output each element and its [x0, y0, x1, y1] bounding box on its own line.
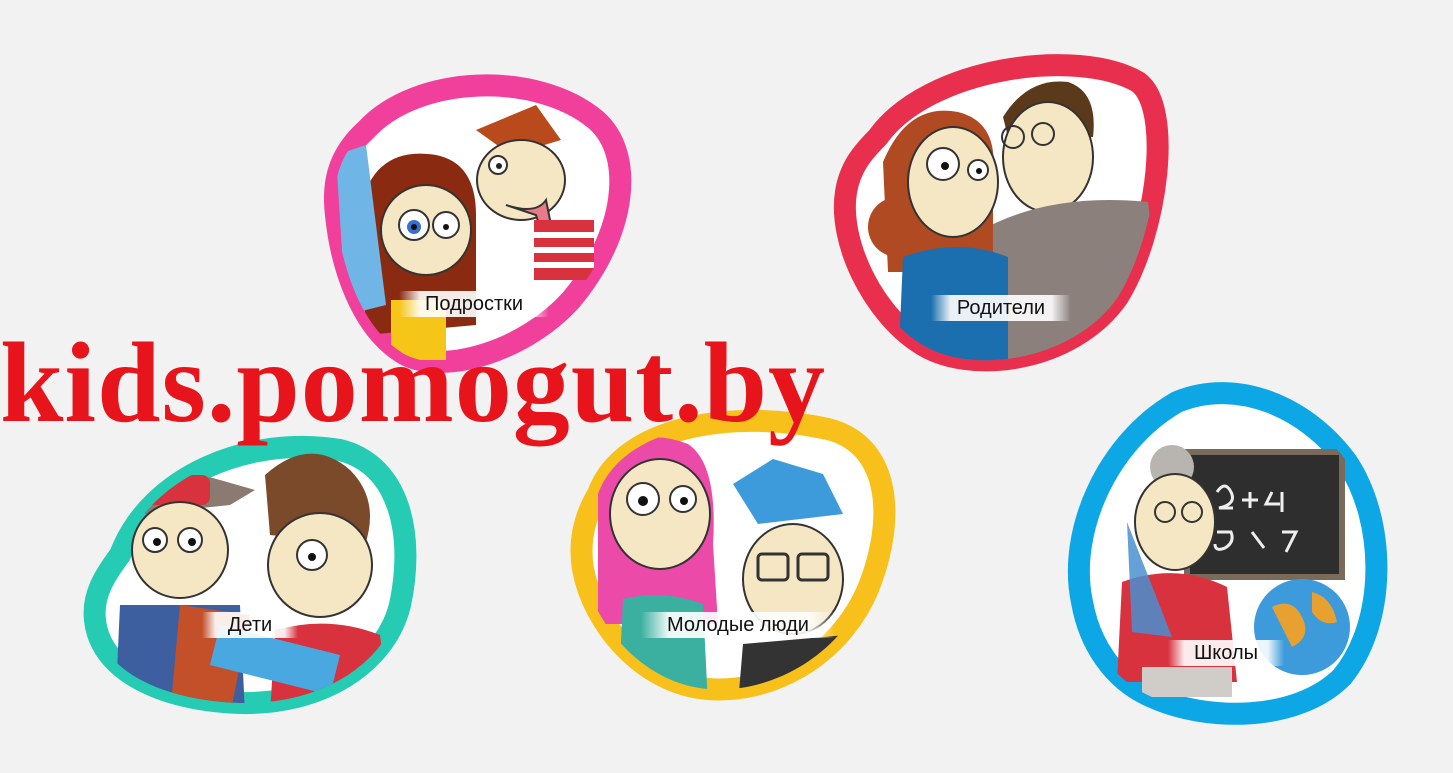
tile-young-people[interactable]: Молодые люди	[568, 404, 908, 706]
young-people-illustration	[570, 409, 896, 701]
tile-children[interactable]: Дети	[80, 415, 420, 725]
tile-label: Родители	[930, 295, 1072, 321]
schools-illustration	[1067, 382, 1388, 725]
tile-parents[interactable]: Родители	[828, 42, 1174, 384]
tile-label: Молодые люди	[641, 612, 835, 638]
tile-label: Подростки	[398, 291, 550, 317]
children-illustration	[83, 435, 417, 715]
tile-label: Школы	[1167, 640, 1285, 666]
tile-label: Дети	[201, 612, 299, 638]
parents-illustration	[833, 54, 1169, 372]
tile-schools[interactable]: Школы	[1057, 382, 1395, 725]
site-watermark: kids.pomogut.by	[0, 319, 826, 446]
